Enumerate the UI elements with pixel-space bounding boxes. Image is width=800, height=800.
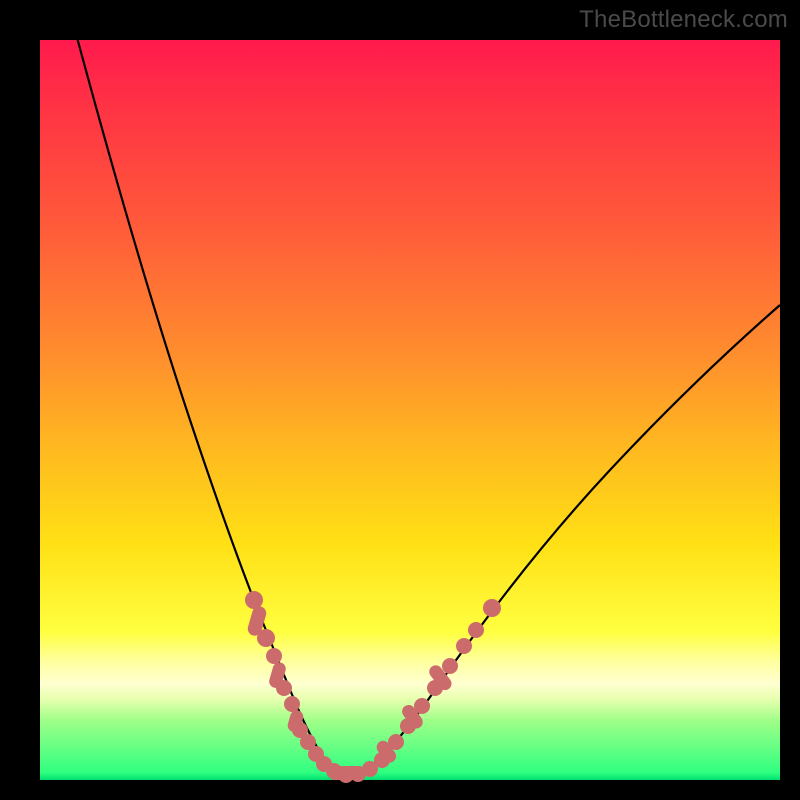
- bottleneck-curve: [75, 30, 780, 776]
- watermark-text: TheBottleneck.com: [579, 6, 788, 34]
- curve-layer: [40, 40, 780, 780]
- plot-area: [40, 40, 780, 780]
- chart-frame: TheBottleneck.com: [0, 0, 800, 800]
- highlighted-markers: [245, 591, 501, 783]
